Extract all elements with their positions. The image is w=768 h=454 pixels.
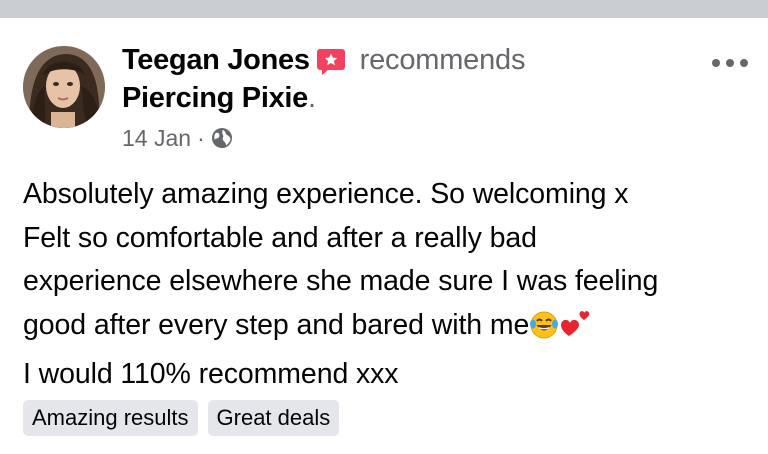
meta-separator: · — [197, 124, 205, 151]
page-name-period: . — [308, 81, 317, 114]
post-body-line: experience elsewhere she made sure I was… — [23, 265, 659, 297]
recommendation-tags: Amazing results Great deals — [23, 400, 340, 436]
tag-chip[interactable]: Great deals — [207, 400, 340, 436]
more-options-button[interactable] — [704, 46, 756, 80]
globe-icon[interactable] — [211, 127, 233, 149]
laughing-tears-emoji — [529, 310, 559, 354]
tag-chip[interactable]: Amazing results — [23, 400, 198, 436]
post-body-line: good after every step and bared with me — [23, 308, 530, 341]
post-header-line: Teegan Jones recommends — [122, 40, 525, 80]
author-avatar[interactable] — [23, 46, 105, 128]
action-text: recommends — [359, 43, 526, 76]
page-name-link[interactable]: Piercing Pixie — [122, 82, 308, 115]
post-meta: 14 Jan · — [122, 122, 233, 154]
recommendation-badge-icon — [316, 46, 346, 76]
post-date[interactable]: 14 Jan — [122, 125, 191, 152]
heart-emoji — [559, 306, 593, 354]
post-body-line: Felt so comfortable and after a really b… — [23, 221, 537, 254]
more-options-icon — [712, 59, 748, 67]
top-divider-bar — [0, 0, 768, 18]
post-body-line-with-emoji: good after every step and bared with me — [23, 304, 758, 354]
page-name-line: Piercing Pixie. — [122, 80, 316, 116]
post-body-line: I would 110% recommend xxx — [23, 358, 399, 390]
post-body-line: Absolutely amazing experience. So welcom… — [23, 178, 629, 210]
post-body-text: Absolutely amazing experience. So welcom… — [23, 173, 758, 397]
author-name-link[interactable]: Teegan Jones — [122, 44, 310, 77]
